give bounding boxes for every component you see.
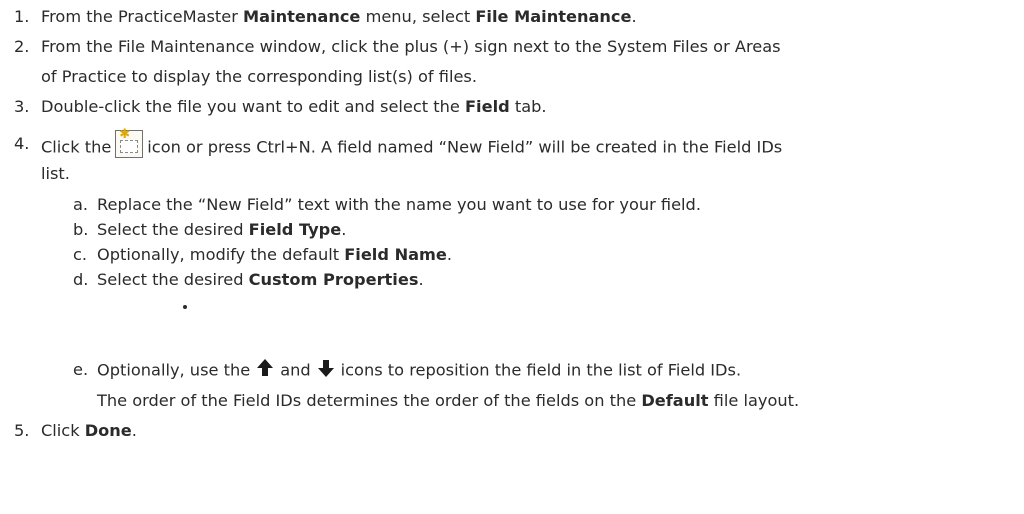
step-4-number: 4. [14, 134, 30, 153]
step-1-mid: menu, select [360, 7, 476, 26]
step-3-pre: Double-click the file you want to edit a… [41, 97, 465, 116]
step-4-line-2: list. [41, 164, 70, 183]
field-name-label: Field Name [344, 245, 447, 264]
step-4d-end: . [418, 270, 424, 289]
step-4e-pre: Optionally, use the [97, 360, 251, 380]
step-3-end: tab. [509, 97, 547, 116]
step-4a-text: Replace the “New Field” text with the na… [97, 195, 701, 214]
step-2-line-2: of Practice to display the corresponding… [41, 67, 478, 86]
step-4c-letter: c. [73, 245, 88, 264]
step-4d-text: Select the desired Custom Properties. [97, 270, 424, 289]
step-1-end: . [631, 7, 637, 26]
step-4b-text: Select the desired Field Type. [97, 220, 346, 239]
field-type-label: Field Type [248, 220, 342, 239]
new-field-icon: ✱ [115, 128, 144, 158]
file-maintenance-label: File Maintenance [475, 7, 632, 26]
step-4e-line-2: The order of the Field IDs determines th… [97, 391, 799, 410]
step-1-number: 1. [14, 7, 30, 26]
step-4e-letter: e. [73, 360, 89, 379]
step-4e-text: Optionally, use the and icons to repositio… [97, 359, 742, 382]
custom-properties-label: Custom Properties [248, 270, 419, 289]
step-4e-mid: and [280, 360, 311, 380]
step-4e-line2-pre: The order of the Field IDs determines th… [97, 391, 642, 410]
step-4e-post: icons to reposition the field in the lis… [340, 360, 742, 380]
step-2-number: 2. [14, 37, 30, 56]
step-5-number: 5. [14, 421, 30, 440]
bullet-marker [183, 305, 187, 309]
step-4e-line2-end: file layout. [708, 391, 800, 410]
field-tab-label: Field [465, 97, 510, 116]
step-4b-pre: Select the desired [97, 220, 249, 239]
default-layout-label: Default [641, 391, 709, 410]
move-up-arrow-icon [257, 359, 274, 376]
move-down-arrow-icon [317, 360, 334, 377]
step-4c-pre: Optionally, modify the default [97, 245, 345, 264]
step-4-post: icon or press Ctrl+N. A field named “New… [147, 137, 783, 157]
step-4d-letter: d. [73, 270, 89, 289]
done-label: Done [84, 421, 132, 440]
step-4b-end: . [341, 220, 347, 239]
maintenance-menu-label: Maintenance [243, 7, 361, 26]
step-2-line-1: From the File Maintenance window, click … [41, 37, 781, 56]
step-1-pre: From the PracticeMaster [41, 7, 244, 26]
step-4-text: Click the ✱ icon or press Ctrl+N. A field … [41, 128, 783, 162]
step-4c-text: Optionally, modify the default Field Nam… [97, 245, 452, 264]
step-4d-pre: Select the desired [97, 270, 249, 289]
step-4a-letter: a. [73, 195, 89, 214]
step-5-end: . [131, 421, 137, 440]
step-3-text: Double-click the file you want to edit a… [41, 97, 547, 116]
step-5-text: Click Done. [41, 421, 137, 440]
step-3-number: 3. [14, 97, 30, 116]
step-4b-letter: b. [73, 220, 89, 239]
step-5-pre: Click [41, 421, 85, 440]
step-4c-end: . [446, 245, 453, 264]
step-4-pre: Click the [41, 137, 112, 157]
step-1-text: From the PracticeMaster Maintenance menu… [41, 7, 637, 26]
